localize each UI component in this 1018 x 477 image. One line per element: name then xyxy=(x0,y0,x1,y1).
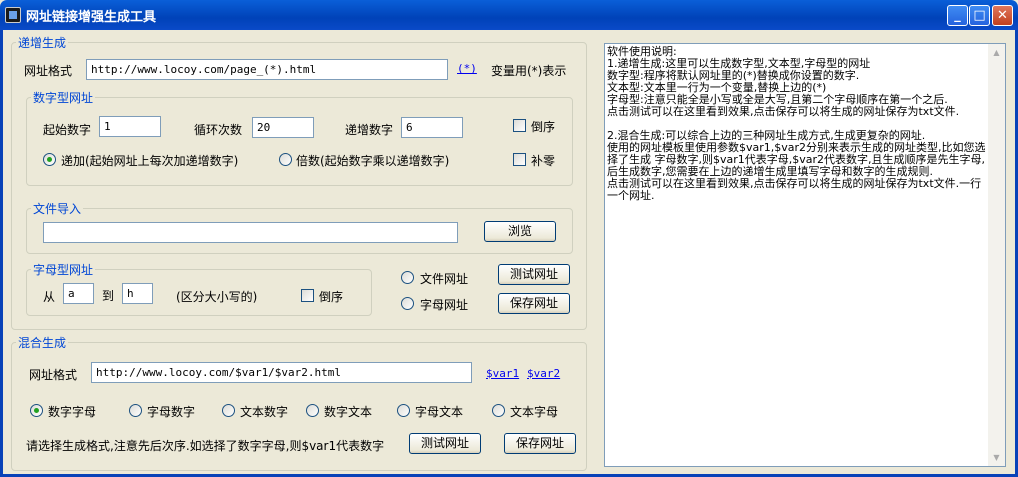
loop-count-label: 循环次数 xyxy=(194,123,243,137)
maximize-button[interactable]: □ xyxy=(969,5,990,26)
mixed-option-radio[interactable] xyxy=(306,404,319,417)
mixed-group-label: 混合生成 xyxy=(18,336,67,350)
browse-button[interactable]: 浏览 xyxy=(484,221,556,242)
mixed-option-label: 文本数字 xyxy=(240,405,289,419)
mixed-hint: 请选择生成格式,注意先后次序.如选择了数字字母,则$var1代表数字 xyxy=(26,439,385,453)
mixed-option-radio[interactable] xyxy=(129,404,142,417)
scroll-down-icon[interactable]: ▼ xyxy=(988,449,1005,466)
mixed-option-radio[interactable] xyxy=(492,404,505,417)
step-number-input[interactable] xyxy=(401,117,463,138)
mixed-option-label: 数字文本 xyxy=(324,405,373,419)
mixed-test-url-button[interactable]: 测试网址 xyxy=(409,433,481,454)
mixed-option-label: 数字字母 xyxy=(48,405,97,419)
zero-pad-label: 补零 xyxy=(531,154,556,168)
app-icon xyxy=(5,7,21,23)
mixed-option-label: 字母文本 xyxy=(415,405,464,419)
scroll-up-icon[interactable]: ▲ xyxy=(988,44,1005,61)
minimize-button[interactable]: _ xyxy=(947,5,968,26)
mixed-save-url-button[interactable]: 保存网址 xyxy=(504,433,576,454)
url-format-label: 网址格式 xyxy=(24,64,73,78)
alpha-reverse-checkbox[interactable] xyxy=(301,289,314,302)
file-import-group-label: 文件导入 xyxy=(33,202,82,216)
reverse-order-checkbox[interactable] xyxy=(513,119,526,132)
mixed-url-format-input[interactable] xyxy=(91,362,472,383)
mixed-option-radio[interactable] xyxy=(397,404,410,417)
mixed-url-format-label: 网址格式 xyxy=(29,368,78,382)
help-textarea[interactable]: 软件使用说明: 1.递增生成:这里可以生成数字型,文本型,字母型的网址 数字型:… xyxy=(604,43,1006,467)
mixed-option-radio[interactable] xyxy=(222,404,235,417)
increment-group-label: 递增生成 xyxy=(18,36,67,50)
loop-count-input[interactable] xyxy=(252,117,314,138)
zero-pad-checkbox[interactable] xyxy=(513,153,526,166)
file-url-label: 文件网址 xyxy=(420,272,469,286)
alpha-url-label: 字母网址 xyxy=(420,298,469,312)
alpha-reverse-label: 倒序 xyxy=(319,290,344,304)
reverse-order-label: 倒序 xyxy=(531,120,556,134)
start-number-label: 起始数字 xyxy=(43,123,92,137)
var2-link[interactable]: $var2 xyxy=(527,367,560,380)
add-mode-label: 递加(起始网址上每次加递增数字) xyxy=(61,154,239,168)
to-letter-input[interactable] xyxy=(122,283,153,304)
file-path-input[interactable] xyxy=(43,222,458,243)
step-number-label: 递增数字 xyxy=(345,123,394,137)
to-label: 到 xyxy=(102,289,115,303)
alpha-group-label: 字母型网址 xyxy=(33,263,94,277)
help-scrollbar[interactable]: ▲ ▼ xyxy=(988,44,1005,466)
save-url-button[interactable]: 保存网址 xyxy=(498,293,570,314)
var1-link[interactable]: $var1 xyxy=(486,367,519,380)
case-sensitive-hint: (区分大小写的) xyxy=(176,290,258,304)
mixed-option-label: 文本字母 xyxy=(510,405,559,419)
add-mode-radio[interactable] xyxy=(43,153,56,166)
numeric-group-label: 数字型网址 xyxy=(33,91,94,105)
from-letter-input[interactable] xyxy=(63,283,94,304)
start-number-input[interactable] xyxy=(99,116,161,137)
file-url-radio[interactable] xyxy=(401,271,414,284)
mixed-option-radio[interactable] xyxy=(30,404,43,417)
test-url-button[interactable]: 测试网址 xyxy=(498,264,570,285)
var-placeholder-link[interactable]: (*) xyxy=(457,62,477,75)
alpha-url-radio[interactable] xyxy=(401,297,414,310)
multiply-mode-radio[interactable] xyxy=(279,153,292,166)
var-hint: 变量用(*)表示 xyxy=(491,64,567,78)
close-button[interactable]: ✕ xyxy=(992,5,1013,26)
mixed-option-label: 字母数字 xyxy=(147,405,196,419)
window-title: 网址链接增强生成工具 xyxy=(26,10,157,25)
from-label: 从 xyxy=(43,290,56,304)
multiply-mode-label: 倍数(起始数字乘以递增数字) xyxy=(296,154,450,168)
url-format-input[interactable] xyxy=(86,59,448,80)
